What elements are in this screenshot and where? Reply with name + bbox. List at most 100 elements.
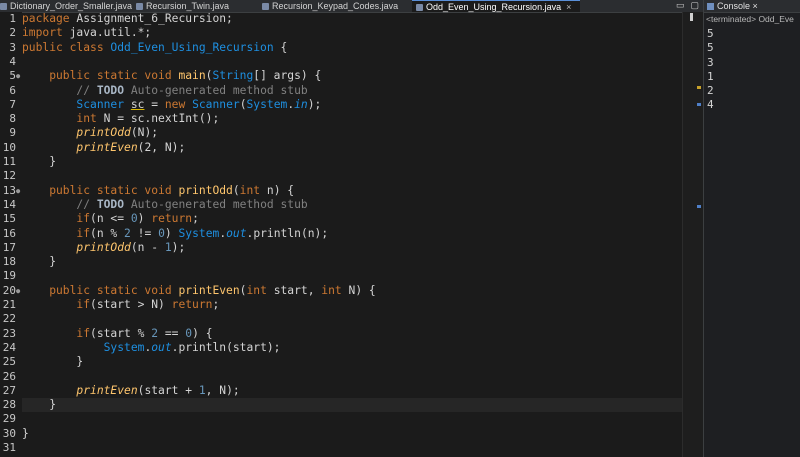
warning-marker-icon[interactable]	[697, 86, 701, 89]
code-line[interactable]	[22, 312, 682, 326]
code-line[interactable]: printEven(start + 1, N);	[22, 384, 682, 398]
code-line[interactable]	[22, 55, 682, 69]
code-token: main	[178, 69, 206, 83]
code-line[interactable]: public static void printEven(int start, …	[22, 284, 682, 298]
code-token: }	[22, 155, 57, 168]
code-line[interactable]: int N = sc.nextInt();	[22, 112, 682, 126]
line-number: 2	[9, 26, 16, 40]
overview-ruler[interactable]	[682, 12, 704, 457]
code-line[interactable]: // TODO Auto-generated method stub	[22, 198, 682, 212]
tab-label: Recursion_Twin.java	[146, 1, 230, 11]
code-line[interactable]: }	[22, 155, 682, 169]
code-token: out	[226, 226, 247, 240]
tab-label: Odd_Even_Using_Recursion.java	[426, 2, 562, 12]
code-token: printEven	[178, 283, 240, 297]
code-line[interactable]: import java.util.*;	[22, 26, 682, 40]
code-token: public static void	[22, 69, 179, 83]
code-token: printOdd	[178, 183, 233, 197]
code-line[interactable]: printEven(2, N);	[22, 141, 682, 155]
tab-odd-even-using-recursion[interactable]: Odd_Even_Using_Recursion.java ×	[412, 0, 580, 12]
code-line[interactable]	[22, 412, 682, 426]
code-token: ;	[212, 298, 220, 311]
code-line[interactable]: // TODO Auto-generated method stub	[22, 84, 682, 98]
tab-dictionary-order-smaller[interactable]: Dictionary_Order_Smaller.java	[0, 0, 132, 12]
code-line[interactable]: Scanner sc = new Scanner(System.in);	[22, 98, 682, 112]
code-token: printEven	[76, 140, 138, 154]
code-line[interactable]: public static void printOdd(int n) {	[22, 184, 682, 198]
line-number: 6	[9, 83, 16, 97]
tab-console[interactable]: Console ×	[704, 0, 800, 13]
minimize-icon[interactable]: ▭	[676, 0, 685, 10]
window-controls: ▭ ▢	[670, 0, 699, 11]
code-token: ) {	[192, 326, 213, 340]
java-file-icon	[0, 3, 7, 10]
code-token: TODO	[96, 197, 125, 211]
code-token: (start +	[137, 383, 199, 397]
code-line[interactable]	[22, 370, 682, 384]
tab-recursion-keypad-codes[interactable]: Recursion_Keypad_Codes.java	[262, 0, 398, 12]
code-token: System	[246, 97, 288, 111]
code-line[interactable]: }	[22, 427, 682, 441]
code-token: System	[103, 340, 145, 354]
fold-toggle-icon[interactable]: ●	[16, 69, 20, 83]
line-number: 31	[2, 441, 16, 454]
fold-toggle-icon[interactable]: ●	[16, 184, 20, 198]
line-number: 29	[2, 412, 16, 426]
code-line[interactable]: if(start > N) return;	[22, 298, 682, 312]
code-line[interactable]: }	[22, 355, 682, 369]
code-token: return	[151, 212, 193, 226]
code-token: System	[178, 226, 220, 240]
line-number: 25	[2, 355, 16, 369]
tab-recursion-twin[interactable]: Recursion_Twin.java	[136, 0, 229, 12]
java-file-icon	[262, 3, 269, 10]
code-line[interactable]: public class Odd_Even_Using_Recursion {	[22, 41, 682, 55]
code-line[interactable]: public static void main(String[] args) {	[22, 69, 682, 83]
code-token: (2, N);	[137, 140, 186, 154]
line-number: 24	[2, 340, 16, 354]
task-marker-icon[interactable]	[697, 103, 701, 106]
line-number: 28	[2, 398, 16, 412]
code-area[interactable]: package Assignment_6_Recursion; import ja…	[22, 12, 682, 457]
code-line[interactable]: printOdd(N);	[22, 126, 682, 140]
code-line[interactable]	[22, 441, 682, 455]
task-marker-icon[interactable]	[697, 205, 701, 208]
code-token: [] args) {	[253, 69, 322, 83]
code-line[interactable]	[22, 169, 682, 183]
code-line[interactable]: if(start % 2 == 0) {	[22, 327, 682, 341]
code-token: in	[294, 97, 308, 111]
code-token: }	[22, 426, 29, 440]
code-token: );	[171, 240, 186, 254]
code-line[interactable]: }	[22, 398, 682, 413]
code-token: =	[144, 97, 165, 111]
code-line[interactable]: System.out.println(start);	[22, 341, 682, 355]
code-token: public class	[22, 40, 111, 54]
code-line[interactable]: printOdd(n - 1);	[22, 241, 682, 255]
code-token: return	[171, 298, 213, 311]
console-output-line: 2	[707, 84, 714, 98]
code-token: n) {	[266, 183, 295, 197]
tab-label: Dictionary_Order_Smaller.java	[10, 1, 133, 11]
code-line[interactable]: if(n % 2 != 0) System.out.println(n);	[22, 227, 682, 241]
line-number: 3	[9, 40, 16, 54]
code-token: out	[151, 340, 172, 354]
maximize-icon[interactable]: ▢	[690, 0, 699, 10]
line-number: 13	[2, 183, 16, 197]
code-token: if	[76, 212, 91, 226]
console-icon	[707, 3, 714, 10]
code-token: start,	[273, 283, 322, 297]
close-icon[interactable]: ×	[566, 2, 571, 12]
code-line[interactable]: if(n <= 0) return;	[22, 212, 682, 226]
console-output[interactable]: 553124	[707, 27, 714, 113]
code-line[interactable]: package Assignment_6_Recursion;	[22, 12, 682, 26]
code-line[interactable]: }	[22, 255, 682, 269]
code-token: package	[22, 12, 77, 25]
code-line[interactable]	[22, 269, 682, 283]
close-icon[interactable]: ×	[753, 1, 758, 11]
fold-toggle-icon[interactable]: ●	[16, 284, 20, 298]
code-token: if	[76, 298, 91, 311]
code-token: (start %	[90, 326, 152, 340]
code-token: , N);	[205, 383, 240, 397]
